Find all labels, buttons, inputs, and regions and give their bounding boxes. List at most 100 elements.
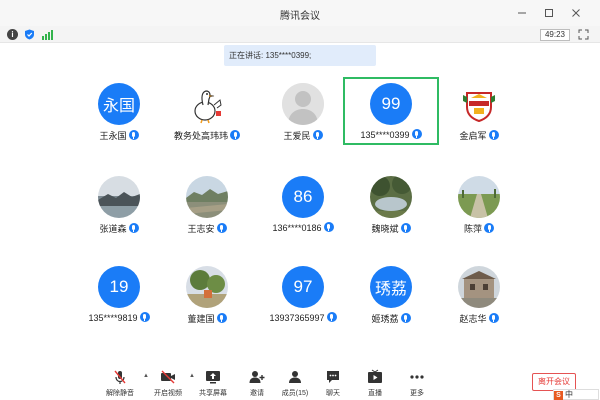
mic-icon <box>128 130 139 140</box>
participant-tile[interactable]: 教务处高玮玮 <box>159 77 255 145</box>
share-screen-button[interactable]: 共享屏幕 <box>193 369 233 398</box>
ime-indicator[interactable]: S中 <box>553 389 599 400</box>
meeting-timer: 49:23 <box>540 29 570 41</box>
participant-name: 金启军 <box>459 131 487 141</box>
avatar: 99 <box>370 83 412 125</box>
members-icon <box>289 371 301 383</box>
participant-tile[interactable]: 赵志华 <box>431 260 527 328</box>
participant-tile[interactable]: 19 135****9819 <box>71 260 167 328</box>
minimize-icon[interactable] <box>513 4 531 22</box>
mic-muted-icon <box>114 370 126 384</box>
sogou-ime-icon: S <box>554 391 563 400</box>
maximize-icon[interactable] <box>540 4 558 22</box>
add-person-icon <box>249 371 265 383</box>
coast-photo-icon <box>98 176 140 218</box>
avatar <box>458 176 500 218</box>
participant-name: 135****9819 <box>88 313 138 323</box>
avatar <box>458 83 500 125</box>
meeting-toolbar: 解除静音 ▲ 开启视频 ▲ 共享屏幕 邀请 成员(15) 聊天 直播 更多 <box>0 364 600 400</box>
school-emblem-icon <box>458 83 500 125</box>
shield-icon[interactable] <box>24 29 35 40</box>
participant-tile-active-speaker[interactable]: 99 135****0399 <box>343 77 439 145</box>
info-bar: i 49:23 <box>0 26 600 43</box>
participant-tile[interactable]: 董建国 <box>159 260 255 328</box>
close-icon[interactable] <box>567 4 585 22</box>
participant-name: 赵志华 <box>459 314 487 324</box>
participant-name: 13937365997 <box>269 313 325 323</box>
participant-tile[interactable]: 86 136****0186 <box>255 170 351 238</box>
signal-icon[interactable] <box>42 29 54 40</box>
garden-photo-icon <box>186 266 228 308</box>
participant-tile[interactable]: 魏晓斌 <box>343 170 439 238</box>
window-title: 腾讯会议 <box>280 11 320 22</box>
share-screen-icon <box>206 371 220 384</box>
participant-name: 张道森 <box>99 224 127 234</box>
title-bar: 腾讯会议 <box>0 0 600 26</box>
participant-name: 王志安 <box>187 224 215 234</box>
participant-tile[interactable]: 张道森 <box>71 170 167 238</box>
fullscreen-icon[interactable] <box>578 29 589 40</box>
participant-name: 陈萍 <box>463 224 482 234</box>
cartoon-goose-icon <box>186 83 228 125</box>
participant-tile[interactable]: 金启军 <box>431 77 527 145</box>
user-placeholder-icon <box>282 83 324 125</box>
live-button[interactable]: 直播 <box>355 369 395 398</box>
participant-tile[interactable]: 王志安 <box>159 170 255 238</box>
invite-button[interactable]: 邀请 <box>237 369 277 398</box>
landscape-photo-icon <box>186 176 228 218</box>
mic-icon <box>411 129 422 139</box>
participant-name: 董建国 <box>187 314 215 324</box>
live-icon <box>368 369 382 383</box>
participant-tile[interactable]: 永国 王永国 <box>71 77 167 145</box>
info-icon[interactable]: i <box>7 29 18 40</box>
participant-name: 136****0186 <box>272 223 322 233</box>
participant-tile[interactable]: 陈萍 <box>431 170 527 238</box>
more-button[interactable]: 更多 <box>397 369 437 398</box>
start-video-button[interactable]: 开启视频 <box>148 369 188 398</box>
mic-icon <box>139 312 150 322</box>
field-photo-icon <box>458 176 500 218</box>
speaking-indicator: 正在讲话: 135****0399; <box>224 45 376 66</box>
mic-icon <box>400 223 411 233</box>
participant-name: 王永国 <box>99 131 127 141</box>
unmute-button[interactable]: 解除静音 <box>100 369 140 398</box>
avatar: 琇荔 <box>370 266 412 308</box>
participant-tile[interactable]: 琇荔 姬琇荔 <box>343 260 439 328</box>
avatar: 86 <box>282 176 324 218</box>
mic-icon <box>400 313 411 323</box>
mic-icon <box>326 312 337 322</box>
mic-icon <box>323 222 334 232</box>
building-photo-icon <box>458 266 500 308</box>
avatar: 永国 <box>98 83 140 125</box>
mic-icon <box>488 313 499 323</box>
mic-icon <box>128 223 139 233</box>
ime-mode-label: 中 <box>565 390 573 399</box>
more-icon <box>410 375 424 379</box>
chat-icon <box>327 371 339 383</box>
mic-icon <box>488 130 499 140</box>
mic-icon <box>230 130 240 140</box>
participant-name: 姬琇荔 <box>371 314 399 324</box>
avatar <box>458 266 500 308</box>
participant-tile[interactable]: 王爱民 <box>255 77 351 145</box>
pond-photo-icon <box>370 176 412 218</box>
camera-off-icon <box>161 370 175 384</box>
participant-name: 魏晓斌 <box>371 224 399 234</box>
participant-name: 教务处高玮玮 <box>173 131 228 141</box>
avatar <box>186 176 228 218</box>
avatar <box>98 176 140 218</box>
avatar: 97 <box>282 266 324 308</box>
mic-icon <box>312 130 323 140</box>
chat-button[interactable]: 聊天 <box>313 369 353 398</box>
members-button[interactable]: 成员(15) <box>275 369 315 398</box>
avatar <box>282 83 324 125</box>
avatar <box>370 176 412 218</box>
participant-name: 王爱民 <box>283 131 311 141</box>
participant-name: 135****0399 <box>360 130 410 140</box>
mic-icon <box>216 313 227 323</box>
avatar <box>186 266 228 308</box>
avatar <box>186 83 228 125</box>
participant-tile[interactable]: 97 13937365997 <box>255 260 351 328</box>
avatar: 19 <box>98 266 140 308</box>
mic-icon <box>484 223 494 233</box>
